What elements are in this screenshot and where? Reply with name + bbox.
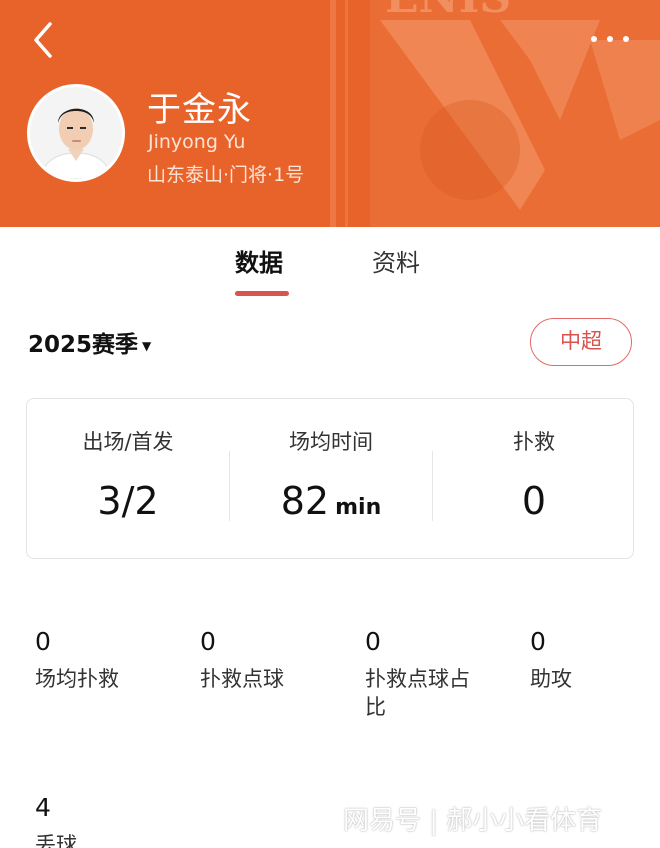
summary-saves: 扑救 0 bbox=[433, 399, 635, 560]
player-english-name: Jinyong Yu bbox=[148, 131, 246, 153]
stat-label: 丢球 bbox=[35, 833, 77, 848]
summary-label: 扑救 bbox=[513, 430, 555, 454]
player-team-info: 山东泰山·门将·1号 bbox=[147, 164, 305, 186]
summary-value-number: 3/2 bbox=[97, 479, 159, 523]
stat-label: 场均扑救 bbox=[35, 667, 119, 691]
stat-penalty-save-rate: 0 扑救点球占比 bbox=[365, 627, 487, 721]
svg-text:ENIS: ENIS bbox=[385, 0, 511, 23]
chevron-left-icon bbox=[34, 22, 52, 58]
summary-value-unit: min bbox=[335, 495, 382, 520]
stat-value: 4 bbox=[35, 793, 51, 822]
summary-appearances: 出场/首发 3/2 bbox=[27, 399, 229, 560]
player-avatar bbox=[27, 84, 125, 182]
caret-down-icon: ▼ bbox=[142, 338, 152, 353]
source-watermark: 网易号 | 郝小小看体育 bbox=[343, 806, 603, 836]
summary-card: 出场/首发 3/2 场均时间 82 min 扑救 0 bbox=[26, 398, 634, 559]
summary-value: 0 bbox=[433, 479, 635, 523]
summary-avg-time: 场均时间 82 min bbox=[230, 399, 432, 560]
summary-value-number: 82 bbox=[280, 479, 330, 523]
league-filter-button[interactable]: 中超 bbox=[530, 318, 632, 366]
more-dots-icon bbox=[591, 36, 629, 42]
more-button[interactable] bbox=[586, 24, 634, 54]
player-name: 于金永 bbox=[147, 90, 252, 130]
stat-value: 0 bbox=[530, 627, 546, 656]
summary-label: 场均时间 bbox=[289, 430, 373, 454]
player-photo-icon bbox=[30, 87, 122, 179]
stat-value: 0 bbox=[365, 627, 381, 656]
summary-label: 出场/首发 bbox=[82, 430, 174, 454]
tab-profile[interactable]: 资料 bbox=[372, 243, 420, 278]
season-selector[interactable]: 2025赛季 ▼ bbox=[28, 325, 151, 359]
season-label: 2025赛季 bbox=[28, 332, 139, 358]
stat-value: 0 bbox=[200, 627, 216, 656]
active-tab-indicator bbox=[235, 291, 289, 296]
stat-avg-saves: 0 场均扑救 bbox=[35, 627, 157, 693]
summary-value: 3/2 bbox=[27, 479, 229, 523]
summary-value-number: 0 bbox=[521, 479, 547, 523]
tab-bar: 数据 资料 bbox=[0, 227, 660, 299]
summary-value: 82 min bbox=[230, 479, 432, 523]
stat-label: 扑救点球 bbox=[200, 667, 284, 691]
player-header: ENIS 于金永 Jinyong Yu 山东泰山·门将·1号 bbox=[0, 0, 660, 227]
stat-penalty-saves: 0 扑救点球 bbox=[200, 627, 322, 693]
stat-value: 0 bbox=[35, 627, 51, 656]
tab-data[interactable]: 数据 bbox=[235, 243, 283, 278]
stat-assists: 0 助攻 bbox=[530, 627, 652, 693]
stat-label: 扑救点球占比 bbox=[365, 667, 470, 719]
back-button[interactable] bbox=[28, 20, 62, 60]
stat-label: 助攻 bbox=[530, 667, 572, 691]
stat-goals-conceded: 4 丢球 bbox=[35, 793, 157, 848]
